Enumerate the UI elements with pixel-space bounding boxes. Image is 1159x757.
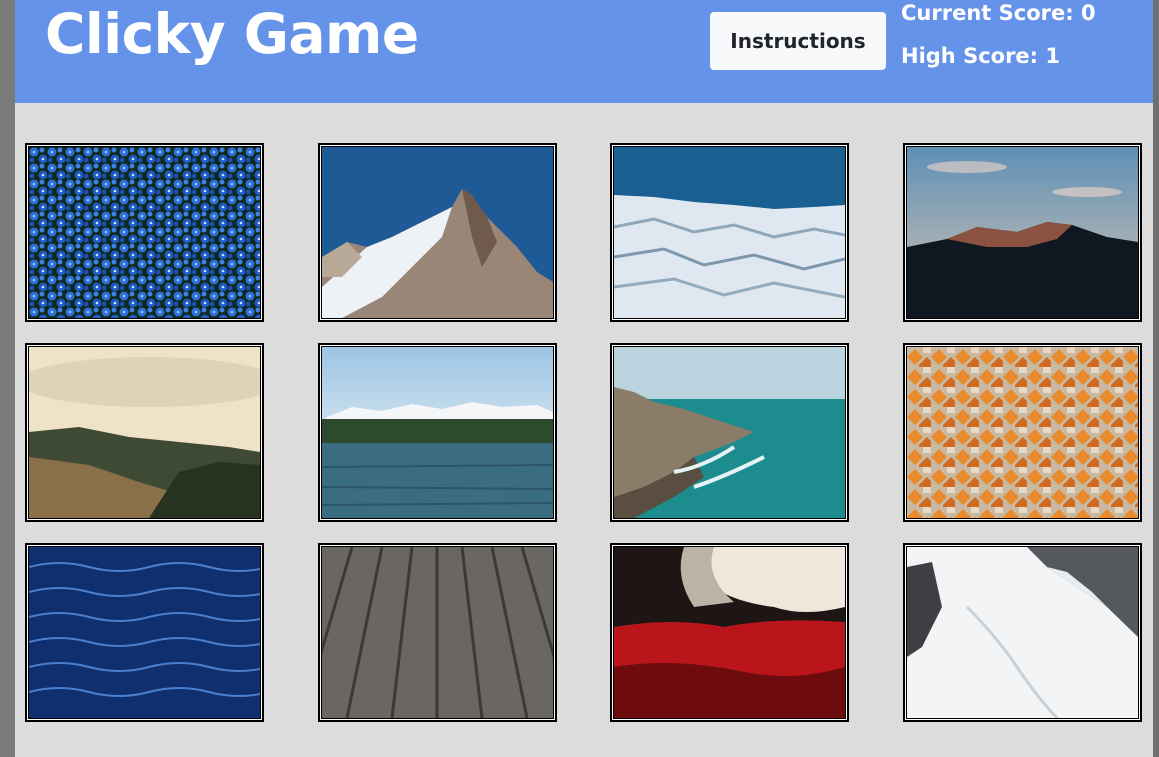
snowy-valley-image xyxy=(907,547,1138,718)
water-ripples-image xyxy=(29,547,260,718)
lake-mountains-image xyxy=(322,347,553,518)
hazy-forest-image xyxy=(29,347,260,518)
orange-rooftops-image xyxy=(907,347,1138,518)
high-score-label: High Score: xyxy=(901,44,1039,68)
blue-flowers-image xyxy=(29,147,260,318)
image-card-boardwalk[interactable] xyxy=(318,543,557,722)
boardwalk-image xyxy=(322,547,553,718)
current-score-label: Current Score: xyxy=(901,1,1074,25)
image-card-red-reflection[interactable] xyxy=(610,543,849,722)
app-title: Clicky Game xyxy=(45,2,419,66)
glacier-image xyxy=(614,147,845,318)
rocky-coast-image xyxy=(614,347,845,518)
current-score: Current Score: 0 xyxy=(901,1,1096,25)
image-card-rocky-coast[interactable] xyxy=(610,343,849,522)
red-reflection-image xyxy=(614,547,845,718)
current-score-value: 0 xyxy=(1080,1,1096,25)
image-card-lake-mountains[interactable] xyxy=(318,343,557,522)
instructions-button[interactable]: Instructions xyxy=(710,12,886,70)
image-card-glacier[interactable] xyxy=(610,143,849,322)
high-score-value: 1 xyxy=(1045,44,1061,68)
image-card-snowy-valley[interactable] xyxy=(903,543,1142,722)
image-card-blue-flowers[interactable] xyxy=(25,143,264,322)
window-scrollbar[interactable] xyxy=(1153,0,1159,757)
image-card-mountain-dusk[interactable] xyxy=(903,143,1142,322)
game-page: Clicky Game Instructions Current Score: … xyxy=(15,0,1153,757)
image-card-rocky-peak[interactable] xyxy=(318,143,557,322)
image-card-orange-rooftops[interactable] xyxy=(903,343,1142,522)
rocky-peak-image xyxy=(322,147,553,318)
mountain-dusk-image xyxy=(907,147,1138,318)
image-card-water-ripples[interactable] xyxy=(25,543,264,722)
header-bar: Clicky Game Instructions Current Score: … xyxy=(15,0,1153,103)
image-card-hazy-forest[interactable] xyxy=(25,343,264,522)
high-score: High Score: 1 xyxy=(901,44,1060,68)
